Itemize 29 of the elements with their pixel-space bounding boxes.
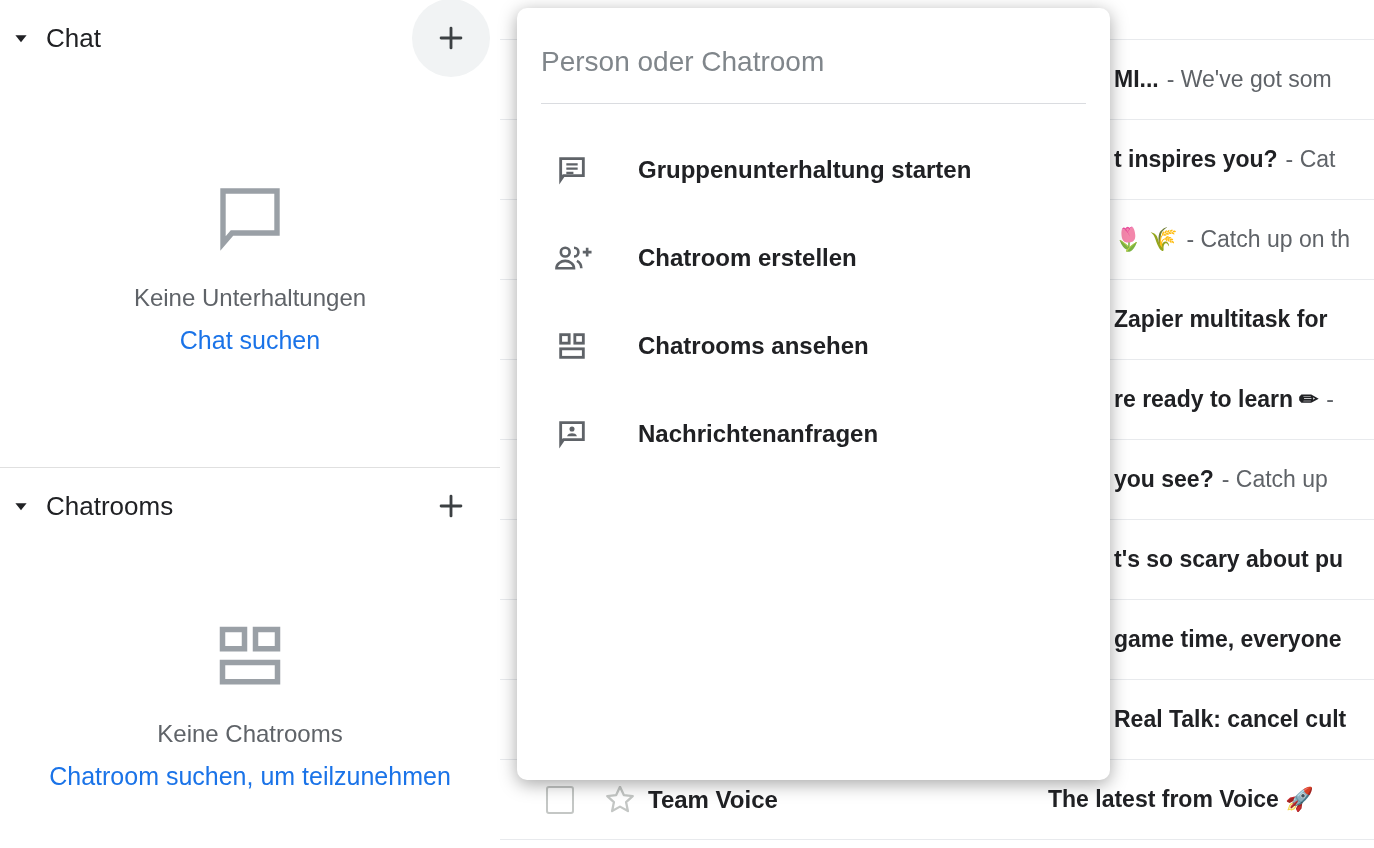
email-subject: The latest from Voice 🚀: [1048, 785, 1315, 815]
checkbox[interactable]: [546, 785, 574, 814]
menu-item[interactable]: Chatroom erstellen: [517, 214, 1110, 302]
email-subject: Real Talk: cancel cult: [1114, 705, 1347, 735]
section-title[interactable]: Chatrooms: [46, 486, 394, 526]
email-snippet: - Catch up on th: [1186, 225, 1351, 255]
empty-message: Keine Chatrooms: [157, 719, 343, 749]
email-subject: t inspires you?: [1114, 145, 1278, 175]
email-subject: re ready to learn ✏: [1114, 385, 1319, 415]
email-snippet: -: [1326, 385, 1335, 415]
email-subject: t's so scary about pu: [1114, 545, 1344, 575]
email-subject: Zapier multitask for: [1114, 305, 1328, 335]
sender-name: Team Voice: [648, 784, 779, 815]
search-link[interactable]: Chatroom suchen, um teilzunehmen: [49, 758, 451, 796]
email-snippet: - We've got som: [1166, 65, 1332, 95]
email-subject: 🌷 🌾: [1114, 225, 1179, 255]
email-subject: game time, everyone: [1114, 625, 1342, 655]
menu-item[interactable]: Nachrichtenanfragen: [517, 390, 1110, 478]
email-snippet: - Cat: [1285, 145, 1336, 175]
email-snippet: - Catch up: [1221, 465, 1328, 495]
menu-item[interactable]: Chatrooms ansehen: [517, 302, 1110, 390]
email-subject: you see?: [1114, 465, 1214, 495]
star-icon[interactable]: [606, 786, 634, 813]
empty-message: Keine Unterhaltungen: [133, 283, 367, 313]
search-link[interactable]: Chat suchen: [179, 322, 321, 360]
email-subject: MI...: [1114, 65, 1159, 95]
menu-item[interactable]: Gruppenunterhaltung starten: [517, 126, 1110, 214]
search-field[interactable]: Person oder Chatroom: [541, 32, 1086, 104]
section-title[interactable]: Chat: [46, 18, 394, 58]
